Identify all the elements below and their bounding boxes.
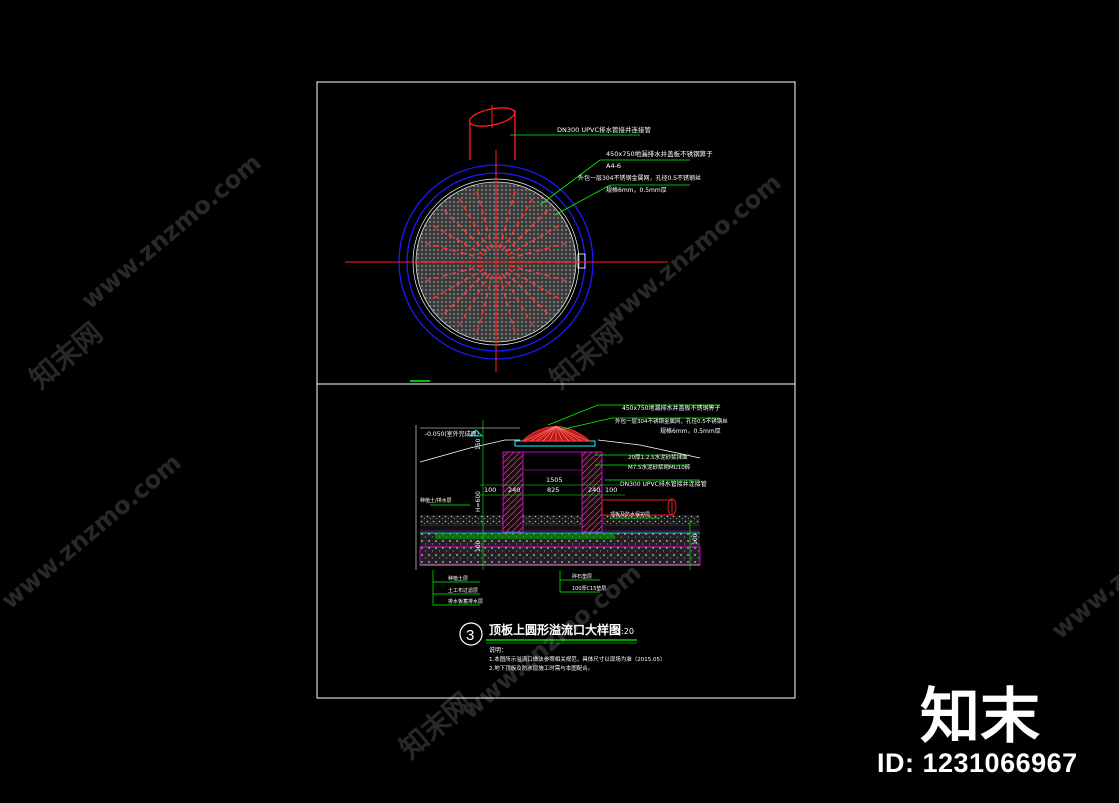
watermark-site-1: www.znzmo.com bbox=[76, 148, 267, 314]
side-left-label: 种植土/排水层 bbox=[420, 497, 452, 504]
dim-240-right: 240 bbox=[588, 486, 600, 494]
sec-pipe-label: DN300 UPVC排水管接井连接管 bbox=[620, 480, 707, 488]
plan-mesh-label: 外包一层304不锈钢金属网，孔径0.5不锈钢丝 bbox=[578, 174, 701, 182]
v-dim-mid: H=600 bbox=[475, 491, 482, 512]
gravel-label: 碎石垫层 bbox=[572, 573, 592, 580]
plan-grate-label: 450x750地漏排水井盖板不锈钢箅子 bbox=[606, 149, 713, 158]
dim-240-left: 240 bbox=[508, 486, 520, 494]
side-right-label: 顶板及防水保护层 bbox=[610, 511, 650, 518]
v-dim-top: 150 bbox=[475, 438, 482, 450]
detail-scale: 1:20 bbox=[616, 627, 634, 636]
v-dim-bot: 100 bbox=[475, 540, 482, 552]
sec-mesh-sub: 规格6mm，0.5mm厚 bbox=[660, 427, 721, 435]
plan-view: DN300 UPVC排水管接井连接管 450x750地漏排水井盖板不锈钢箅子 A… bbox=[345, 105, 713, 382]
drain-label: 排水板蓄排水层 bbox=[448, 598, 483, 605]
dim-1505: 1505 bbox=[546, 476, 563, 484]
sec-mesh-label: 外包一层304不锈钢金属网，孔径0.5不锈钢丝 bbox=[615, 417, 728, 425]
sec-mortar-label: 20厚1:2.5水泥砂浆抹面 bbox=[628, 453, 688, 461]
brand-logo: 知末 bbox=[920, 682, 1040, 752]
dim-100-left: 100 bbox=[484, 486, 496, 494]
plan-mesh-sub: 规格6mm，0.5mm厚 bbox=[606, 186, 667, 194]
notes-heading: 说明： bbox=[489, 646, 507, 654]
sec-wall-label: M7.5水泥砂浆砌MU10砖 bbox=[628, 463, 691, 471]
plan-pipe-label: DN300 UPVC排水管接井连接管 bbox=[557, 125, 652, 134]
image-id-label: ID: 1231066967 bbox=[877, 748, 1078, 778]
section-view: 450x750地漏排水井盖板不锈钢箅子 外包一层304不锈钢金属网，孔径0.5不… bbox=[415, 404, 728, 606]
plan-grate-sub: A4-6 bbox=[606, 162, 621, 170]
watermark-site-5: www.znzmo.com bbox=[1046, 478, 1119, 644]
dim-825: 825 bbox=[547, 486, 559, 494]
sec-grate-label: 450x750地漏排水井盖板不锈钢箅子 bbox=[622, 404, 720, 412]
v-dim-right: 100 bbox=[692, 533, 699, 545]
watermark-site-4: www.znzmo.com bbox=[456, 558, 647, 724]
filter-label: 土工布过滤层 bbox=[448, 587, 478, 594]
soil-label: 种植土层 bbox=[448, 575, 468, 582]
sec-elev-label: -0.050(室外完成面) bbox=[425, 430, 479, 438]
dim-100-right: 100 bbox=[605, 486, 617, 494]
detail-number: 3 bbox=[466, 627, 474, 644]
watermark-brand-1: 知末网 bbox=[23, 316, 109, 395]
watermark-site-3: www.znzmo.com bbox=[0, 448, 187, 614]
